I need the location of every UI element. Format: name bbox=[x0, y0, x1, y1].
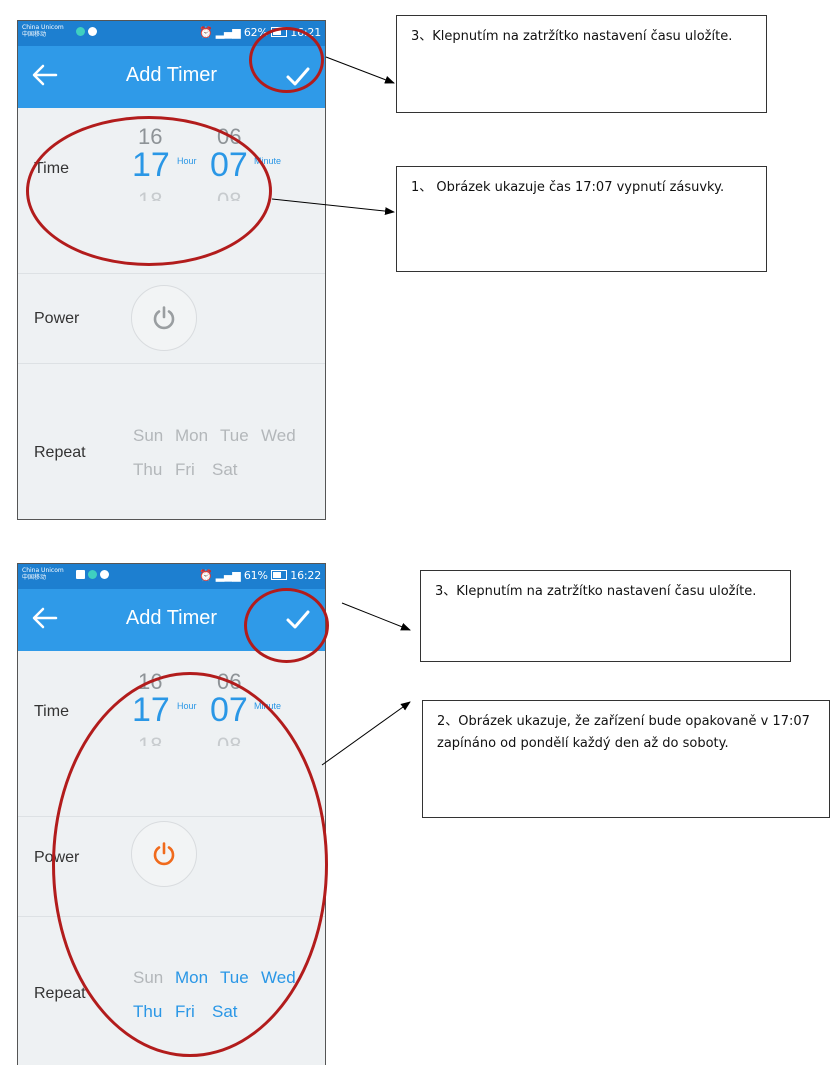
arrow-repeat bbox=[321, 701, 411, 766]
arrow-save-1 bbox=[325, 56, 395, 84]
arrow-time bbox=[271, 198, 395, 216]
annotation-arrows bbox=[271, 56, 411, 766]
arrow-save-2 bbox=[341, 602, 411, 631]
